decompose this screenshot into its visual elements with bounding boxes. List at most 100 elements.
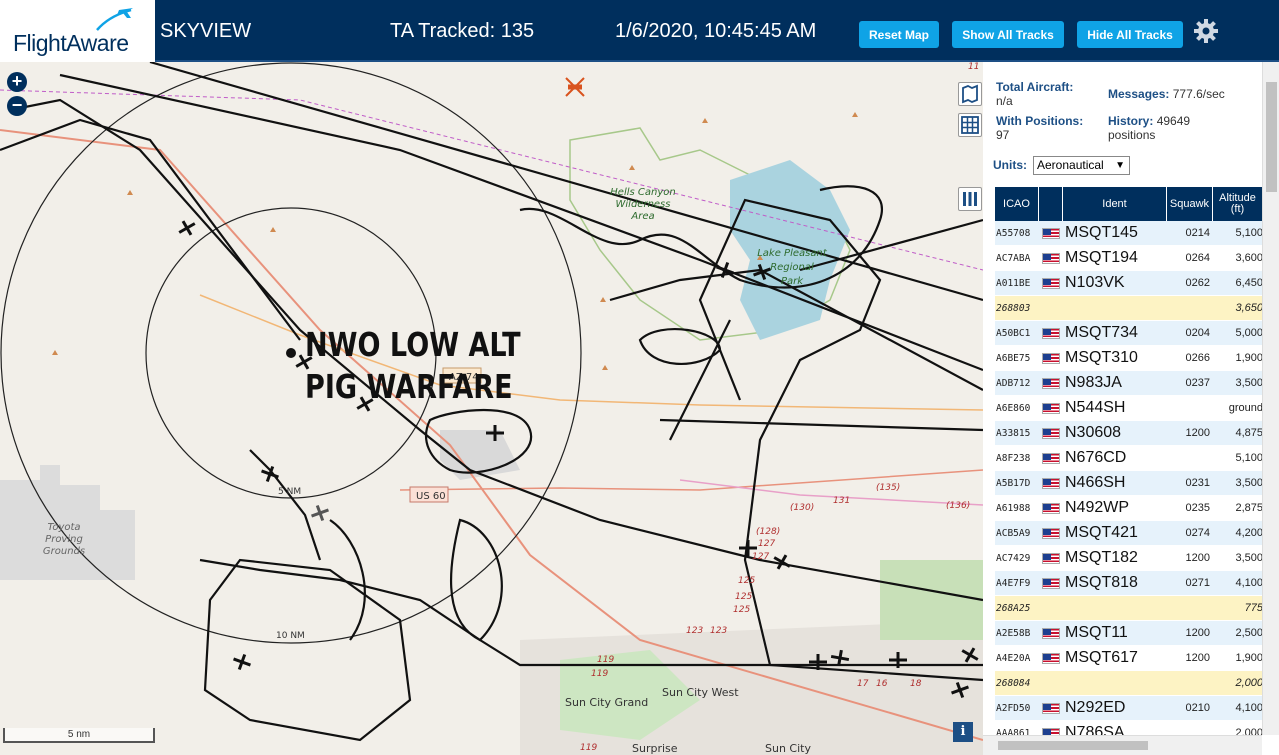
flag-cell	[1039, 577, 1063, 589]
total-aircraft-value: n/a	[996, 94, 1013, 108]
col-altitude[interactable]: Altitude (ft)	[1213, 187, 1263, 221]
ident-cell: N103VK	[1065, 274, 1125, 291]
alt-label: 17	[857, 679, 869, 689]
table-row[interactable]: AC7ABA MSQT194 0264 3,600	[995, 246, 1263, 271]
icao-cell: A6E860	[996, 402, 1031, 414]
panel-vertical-scrollbar[interactable]	[1262, 62, 1279, 735]
altitude-cell: 6,450	[1235, 277, 1263, 289]
table-row[interactable]: A50BC1 MSQT734 0204 5,000	[995, 321, 1263, 346]
table-row[interactable]: A5B17D N466SH 0231 3,500	[995, 471, 1263, 496]
units-select[interactable]: Aeronautical ▼	[1033, 156, 1130, 175]
panel-horizontal-scrollbar[interactable]	[983, 735, 1262, 755]
alt-label: 125	[735, 592, 752, 602]
messages: Messages: 777.6/sec	[1108, 87, 1225, 101]
icao-cell: A33815	[996, 427, 1031, 439]
label-sun-city-grand: Sun City Grand	[565, 696, 648, 709]
label-lake-pleasant: Lake Pleasant	[757, 248, 828, 259]
us-flag-icon	[1042, 702, 1060, 714]
map-layers-icon[interactable]	[958, 82, 982, 106]
table-row[interactable]: ACB5A9 MSQT421 0274 4,200	[995, 521, 1263, 546]
ident-cell: MSQT310	[1065, 349, 1138, 366]
icao-cell: A61988	[996, 502, 1031, 514]
table-row[interactable]: A61988 N492WP 0235 2,875	[995, 496, 1263, 521]
info-icon[interactable]: i	[953, 722, 973, 742]
label-lake-pleasant-2: Regional	[770, 262, 814, 273]
table-row[interactable]: A4E20A MSQT617 1200 1,900	[995, 646, 1263, 671]
altitude-cell: 5,100	[1235, 452, 1263, 464]
ident-cell: MSQT617	[1065, 649, 1138, 666]
icao-cell: A011BE	[996, 277, 1031, 289]
flag-cell	[1039, 377, 1063, 389]
table-row[interactable]: A55708 MSQT145 0214 5,100	[995, 221, 1263, 246]
table-row[interactable]: A8F238 N676CD 5,100	[995, 446, 1263, 471]
squawk-cell: 0231	[1185, 477, 1210, 489]
flag-cell	[1039, 527, 1063, 539]
altitude-cell: 2,875	[1235, 502, 1263, 514]
squawk-cell: 0271	[1185, 577, 1210, 589]
col-squawk[interactable]: Squawk	[1167, 187, 1213, 221]
columns-icon[interactable]	[958, 187, 982, 211]
table-row[interactable]: ADB712 N983JA 0237 3,500	[995, 371, 1263, 396]
label-ring-10nm: 10 NM	[276, 631, 305, 641]
hide-all-tracks-button[interactable]: Hide All Tracks	[1077, 21, 1183, 48]
map-canvas[interactable]: Hells Canyon Wilderness Area Lake Pleasa…	[0, 62, 983, 755]
reset-map-button[interactable]: Reset Map	[859, 21, 939, 48]
table-row[interactable]: 268A25 775	[995, 596, 1263, 621]
us-flag-icon	[1042, 277, 1060, 289]
tracked-count: TA Tracked: 135	[390, 20, 535, 42]
flightaware-logo[interactable]: FlightAware	[0, 0, 155, 62]
table-row[interactable]: A4E7F9 MSQT818 0271 4,100	[995, 571, 1263, 596]
table-row[interactable]: A6E860 N544SH ground	[995, 396, 1263, 421]
altitude-cell: 3,500	[1235, 552, 1263, 564]
label-hells-canyon: Hells Canyon	[610, 187, 675, 198]
table-row[interactable]: A2FD50 N292ED 0210 4,100	[995, 696, 1263, 721]
flag-cell	[1039, 502, 1063, 514]
with-positions-label: With Positions:	[996, 114, 1084, 128]
icao-cell: A2E58B	[996, 627, 1031, 639]
table-row[interactable]: AC7429 MSQT182 1200 3,500	[995, 546, 1263, 571]
history-value: 49649	[1156, 114, 1191, 128]
zoom-out-button[interactable]: −	[7, 96, 27, 116]
label-toyota: Toyota	[47, 522, 80, 533]
alt-label: 119	[580, 743, 597, 753]
alt-label: (130)	[790, 503, 814, 513]
map-view[interactable]: Hells Canyon Wilderness Area Lake Pleasa…	[0, 62, 983, 755]
ident-cell: MSQT145	[1065, 224, 1138, 241]
table-row[interactable]: 268803 3,650	[995, 296, 1263, 321]
top-bar: FlightAware SKYVIEW TA Tracked: 135 1/6/…	[0, 0, 1279, 62]
table-row[interactable]: A6BE75 MSQT310 0266 1,900	[995, 346, 1263, 371]
grid-icon[interactable]	[958, 113, 982, 137]
overlay-caption: NWO LOW ALT PIG WARFARE	[305, 324, 521, 408]
icao-cell: 268A25	[996, 602, 1031, 614]
ident-cell: MSQT818	[1065, 574, 1138, 591]
alt-label: 131	[833, 496, 850, 506]
alt-label: (128)	[756, 527, 780, 537]
label-hells-canyon-2: Wilderness	[616, 199, 671, 210]
us-flag-icon	[1042, 652, 1060, 664]
table-row[interactable]: 268084 2,000	[995, 671, 1263, 696]
scroll-thumb[interactable]	[1266, 82, 1277, 192]
ident-cell: MSQT11	[1065, 624, 1128, 641]
flag-cell	[1039, 402, 1063, 414]
flag-cell	[1039, 477, 1063, 489]
table-row[interactable]: A33815 N30608 1200 4,875	[995, 421, 1263, 446]
zoom-in-button[interactable]: +	[7, 72, 27, 92]
gear-icon[interactable]	[1193, 18, 1219, 44]
altitude-cell: 2,000	[1235, 677, 1263, 689]
altitude-cell: 4,100	[1235, 702, 1263, 714]
show-all-tracks-button[interactable]: Show All Tracks	[952, 21, 1064, 48]
col-altitude-unit: (ft)	[1230, 203, 1245, 215]
table-body: A55708 MSQT145 0214 5,100 AC7ABA MSQT194 0264 3…	[995, 221, 1263, 746]
squawk-cell: 1200	[1185, 427, 1210, 439]
col-icao[interactable]: ICAO	[995, 187, 1039, 221]
alt-label: 123	[686, 626, 703, 636]
alt-label: 125	[738, 576, 755, 586]
table-row[interactable]: A2E58B MSQT11 1200 2,500	[995, 621, 1263, 646]
scroll-thumb[interactable]	[998, 741, 1148, 750]
label-sun-city: Sun City	[765, 742, 811, 755]
messages-value: 777.6/sec	[1172, 87, 1225, 101]
table-row[interactable]: A011BE N103VK 0262 6,450	[995, 271, 1263, 296]
altitude-cell: 775	[1244, 602, 1263, 614]
alt-label: 127	[752, 552, 769, 562]
col-ident[interactable]: Ident	[1063, 187, 1167, 221]
